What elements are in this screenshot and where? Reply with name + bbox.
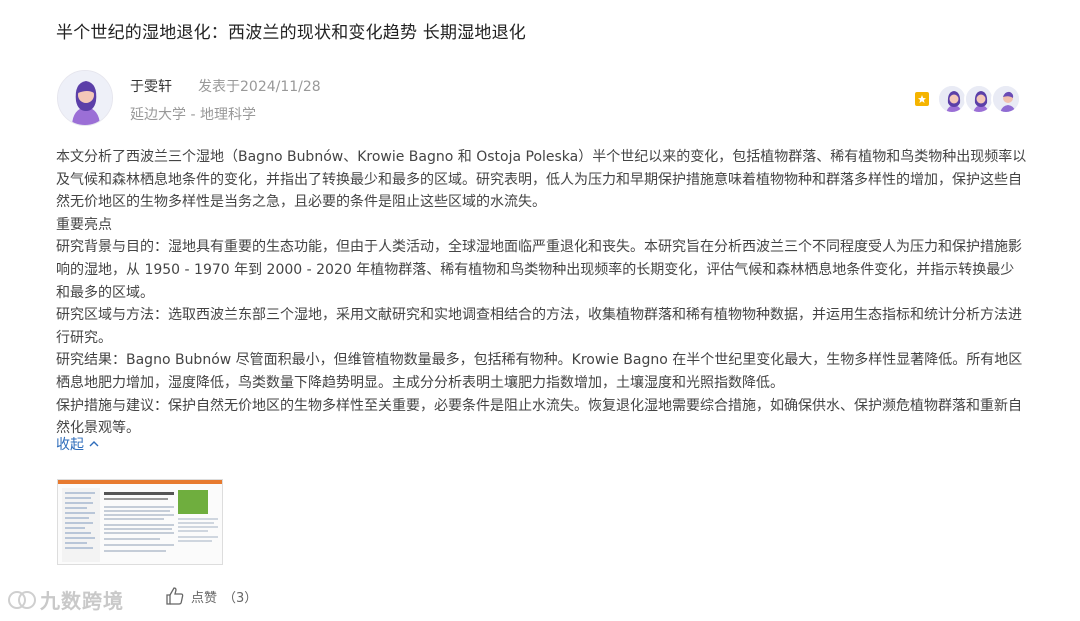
like-button[interactable]: 点赞 （3） — [165, 586, 257, 606]
author-affiliation: 延边大学 - 地理科学 — [130, 107, 256, 123]
methods-paragraph: 研究区域与方法：选取西波兰东部三个湿地，采用文献研究和实地调查相结合的方法，收集… — [56, 307, 1022, 346]
watermark-text: 九数跨境 — [40, 589, 124, 613]
collapse-label: 收起 — [56, 437, 84, 453]
post-content: 本文分析了西波兰三个湿地（Bagno Bubnów、Krowie Bagno 和… — [56, 146, 1028, 440]
award-badge-icon — [915, 92, 929, 106]
document-preview-icon — [58, 480, 222, 564]
recommendations-paragraph: 保护措施与建议：保护自然无价地区的生物多样性至关重要，必要条件是阻止水流失。恢复… — [56, 397, 1022, 437]
attachment-thumbnail[interactable] — [57, 479, 223, 565]
like-label: 点赞 — [191, 590, 218, 606]
liker-avatar[interactable] — [991, 84, 1021, 114]
author-name[interactable]: 于雯轩 — [130, 76, 172, 96]
results-paragraph: 研究结果：Bagno Bubnów 尽管面积最小，但维管植物数量最多，包括稀有物… — [56, 352, 1023, 391]
post-date: 发表于2024/11/28 — [198, 79, 321, 95]
liker-avatar[interactable] — [964, 84, 994, 114]
user-avatar-icon — [966, 86, 992, 112]
user-avatar-icon — [939, 86, 965, 112]
thumbs-up-icon — [166, 587, 184, 605]
background-paragraph: 研究背景与目的：湿地具有重要的生态功能，但由于人类活动，全球湿地面临严重退化和丧… — [56, 239, 1022, 301]
post-title: 半个世纪的湿地退化：西波兰的现状和变化趋势 长期湿地退化 — [56, 23, 527, 43]
user-avatar-icon — [993, 86, 1019, 112]
summary-paragraph: 本文分析了西波兰三个湿地（Bagno Bubnów、Krowie Bagno 和… — [56, 149, 1027, 211]
liker-avatars — [937, 84, 1021, 114]
liker-avatar[interactable] — [937, 84, 967, 114]
chevron-up-icon — [89, 441, 99, 447]
collapse-button[interactable]: 收起 — [56, 434, 100, 454]
like-count: （3） — [223, 590, 258, 606]
watermark-logo-icon — [8, 590, 36, 609]
highlights-heading: 重要亮点 — [56, 216, 112, 233]
watermark: 九数跨境 — [8, 585, 124, 614]
author-avatar[interactable] — [57, 70, 113, 126]
avatar-illustration-icon — [58, 71, 112, 125]
